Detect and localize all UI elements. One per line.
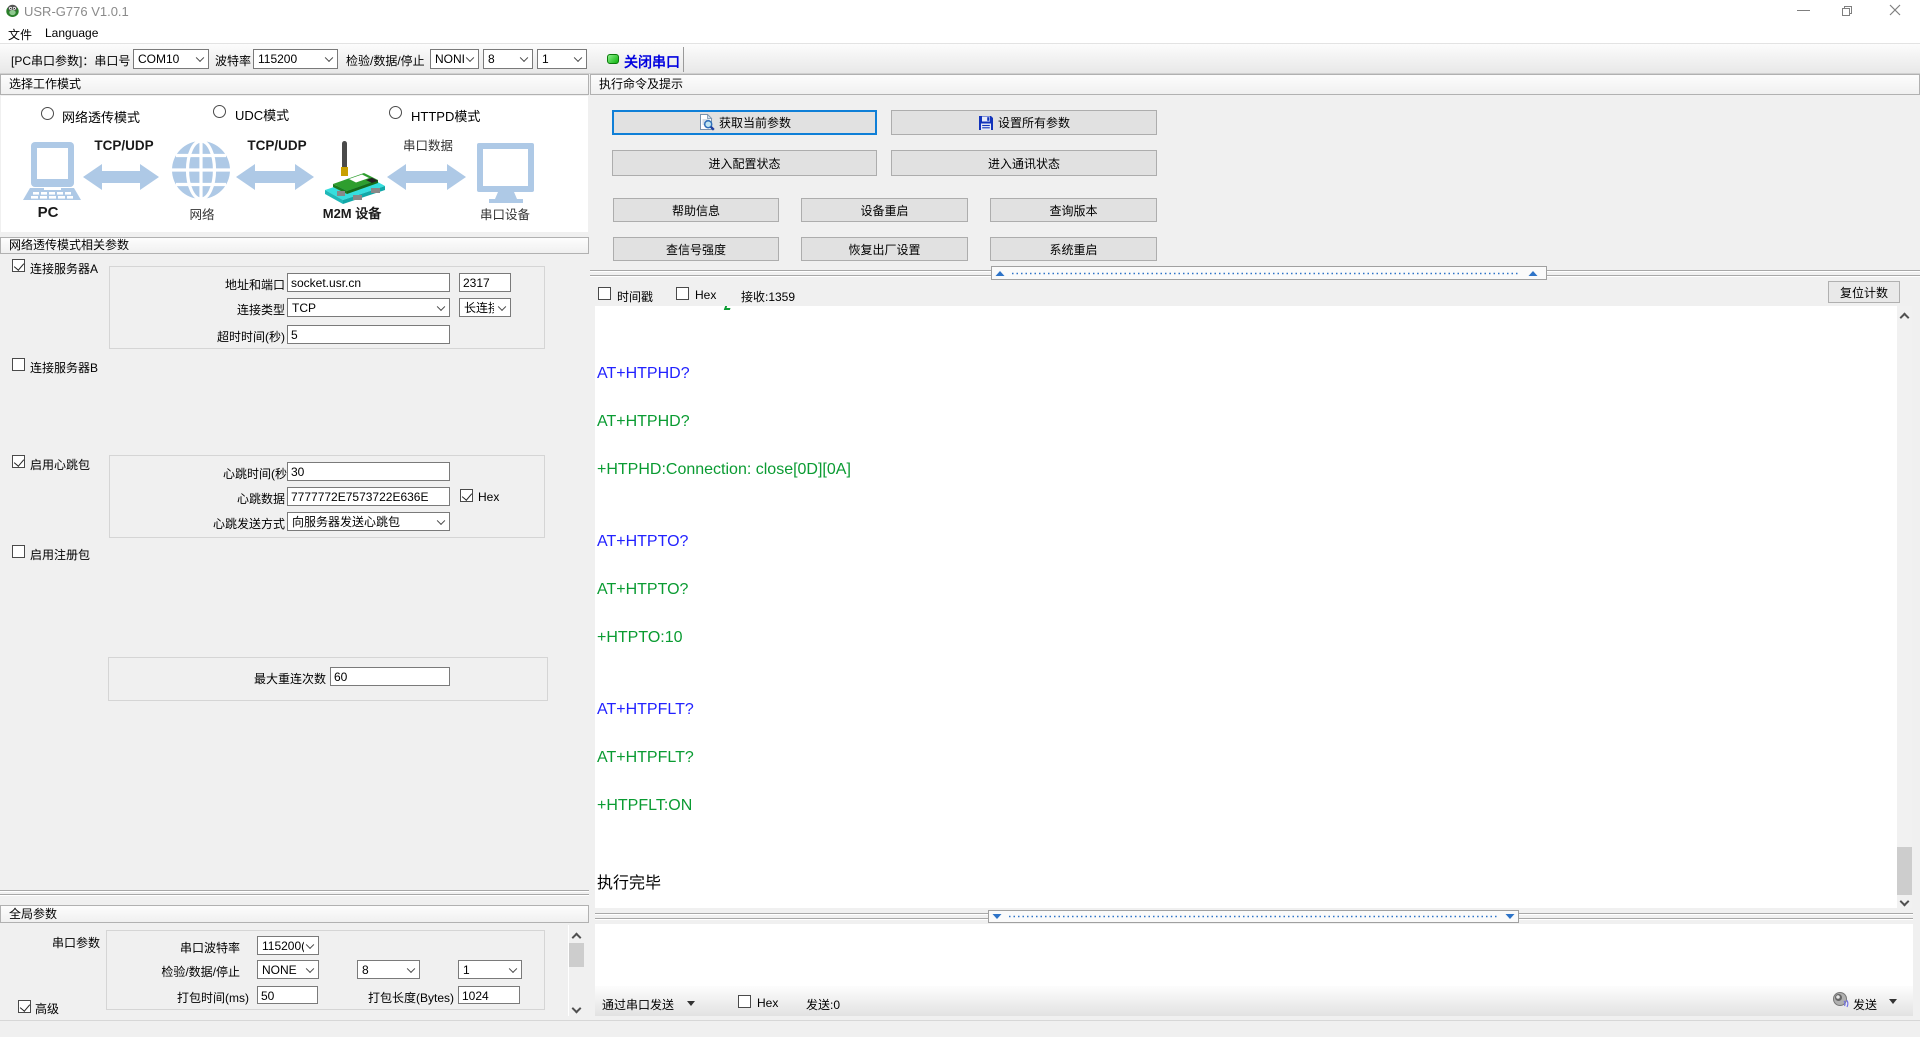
svg-text:TCP/UDP: TCP/UDP [94, 138, 153, 153]
svg-text:串口设备: 串口设备 [480, 207, 531, 222]
svg-text:网络: 网络 [189, 207, 215, 222]
svg-text:PC: PC [38, 204, 59, 221]
svg-text:M2M 设备: M2M 设备 [323, 206, 383, 221]
svg-text:TCP/UDP: TCP/UDP [247, 138, 306, 153]
svg-text:串口数据: 串口数据 [403, 138, 453, 153]
